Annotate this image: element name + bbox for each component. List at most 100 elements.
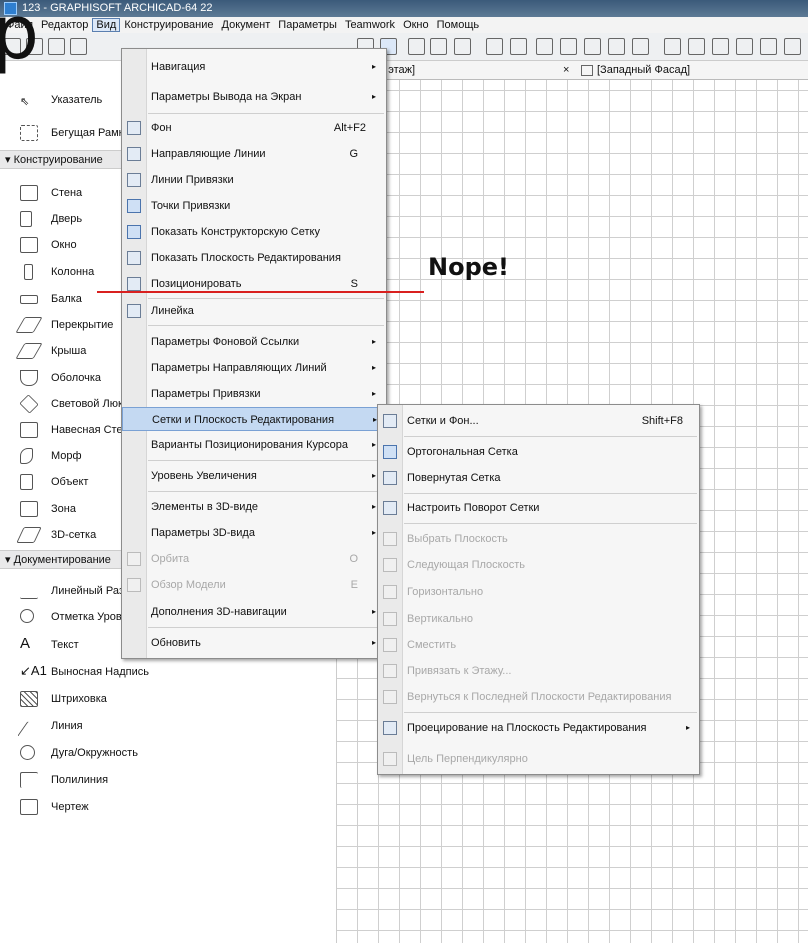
save-icon[interactable]: [48, 38, 65, 55]
menu-item-elements-in-3d[interactable]: Элементы в 3D-виде ▸: [122, 495, 386, 519]
window-icon: [20, 237, 38, 253]
level-marker-icon: [20, 609, 34, 623]
menu-item-grids-editing-plane[interactable]: Сетки и Плоскость Редактирования ▸: [122, 407, 386, 431]
zone-icon: [20, 501, 38, 517]
print-icon[interactable]: [70, 38, 87, 55]
slide-overlay-letter: р: [0, 0, 39, 76]
tab-close-button[interactable]: ×: [563, 61, 569, 80]
menu-item-vertical: Вертикально: [378, 607, 699, 631]
menu-item-rotated-grid[interactable]: Повернутая Сетка: [378, 466, 699, 490]
tool-slab[interactable]: Перекрытие: [0, 315, 130, 335]
menu-item-next-plane: Следующая Плоскость: [378, 553, 699, 577]
arc-icon: [20, 745, 35, 760]
wall-icon: [20, 185, 38, 201]
toolbar-rotate-icon[interactable]: [536, 38, 553, 55]
toolbar-mirror-icon[interactable]: [560, 38, 577, 55]
tool-fill[interactable]: Штриховка: [0, 689, 170, 709]
menu-item-zoom[interactable]: Уровень Увеличения ▸: [122, 464, 386, 488]
menu-help[interactable]: Помощь: [433, 19, 484, 31]
menu-item-grids-background[interactable]: Сетки и Фон... Shift+F8: [378, 409, 699, 433]
tool-line[interactable]: Линия: [0, 716, 170, 736]
toolbar-corner-icon[interactable]: [584, 38, 601, 55]
tool-column[interactable]: Колонна: [0, 262, 130, 282]
menu-view[interactable]: Вид: [92, 18, 121, 32]
menu-item-3d-view-options[interactable]: Параметры 3D-вида ▸: [122, 521, 386, 545]
menu-item-snap-lines[interactable]: Линии Привязки: [122, 168, 386, 192]
fill-icon: [20, 691, 38, 707]
set-grid-rotation-icon: [383, 501, 397, 515]
tool-skylight[interactable]: Световой Люк: [0, 394, 130, 414]
menu-design[interactable]: Конструирование: [120, 19, 217, 31]
title-bar: 123 - GRAPHISOFT ARCHICAD-64 22: [0, 0, 808, 17]
menu-item-set-grid-rotation[interactable]: Настроить Поворот Сетки: [378, 496, 699, 520]
toolbar-layers-icon[interactable]: [408, 38, 425, 55]
toolbar-scale-icon[interactable]: [454, 38, 471, 55]
tool-zone[interactable]: Зона: [0, 499, 130, 519]
toolbar-intersect-icon[interactable]: [632, 38, 649, 55]
perpendicular-target-icon: [383, 752, 397, 766]
toolbar-lock-icon[interactable]: [712, 38, 729, 55]
next-plane-icon: [383, 558, 397, 572]
tab-west-facade[interactable]: [Западный Фасад]: [597, 61, 690, 80]
editing-plane-icon: [127, 251, 141, 265]
toolbar-split-icon[interactable]: [510, 38, 527, 55]
tool-morph[interactable]: Морф: [0, 446, 130, 466]
slab-icon: [15, 317, 43, 333]
facade-tab-icon: [581, 65, 593, 76]
menu-item-show-editing-plane[interactable]: Показать Плоскость Редактирования: [122, 246, 386, 270]
tool-door[interactable]: Дверь: [0, 209, 130, 229]
menu-item-navigation[interactable]: Навигация ▸: [122, 55, 386, 79]
toolbar-group-icon[interactable]: [664, 38, 681, 55]
menu-item-guide-lines[interactable]: Направляющие Линии G: [122, 142, 386, 166]
menu-item-ruler[interactable]: Линейка: [122, 299, 386, 323]
menu-edit[interactable]: Редактор: [37, 19, 92, 31]
toolbar-adjust-icon[interactable]: [608, 38, 625, 55]
toolbar-unlock-icon[interactable]: [736, 38, 753, 55]
menu-bar: Файл Редактор Вид Конструирование Документ Па…: [0, 17, 808, 33]
object-icon: [20, 474, 33, 490]
grid-background-icon: [383, 414, 397, 428]
tool-wall[interactable]: Стена: [0, 183, 130, 203]
menu-item-snap-points[interactable]: Точки Привязки: [122, 194, 386, 218]
background-icon: [127, 121, 141, 135]
menu-item-orthogonal-grid[interactable]: Ортогональная Сетка: [378, 440, 699, 464]
toolbar-trim-icon[interactable]: [486, 38, 503, 55]
menu-document[interactable]: Документ: [218, 19, 275, 31]
tool-roof[interactable]: Крыша: [0, 341, 130, 361]
menu-item-guide-options[interactable]: Параметры Направляющих Линий ▸: [122, 356, 386, 380]
tool-shell[interactable]: Оболочка: [0, 368, 130, 388]
tool-label[interactable]: ↙A1 Выносная Надпись: [0, 662, 170, 682]
tool-mesh[interactable]: 3D-сетка: [0, 525, 130, 545]
drawing-icon: [20, 799, 38, 815]
tool-window[interactable]: Окно: [0, 235, 130, 255]
toolbar-more-icon[interactable]: [784, 38, 801, 55]
annotation-nope-text: Nope!: [428, 253, 509, 281]
label-icon: ↙A1: [20, 663, 47, 678]
menu-item-display-options[interactable]: Параметры Вывода на Экран ▸: [122, 85, 386, 109]
construction-grid-icon: [127, 225, 141, 239]
tool-arrow[interactable]: ⇖ Указатель: [0, 90, 130, 110]
menu-window[interactable]: Окно: [399, 19, 433, 31]
menu-item-cursor-snap[interactable]: Варианты Позиционирования Курсора ▸: [122, 433, 386, 457]
menu-item-background[interactable]: Фон Alt+F2: [122, 116, 386, 140]
tool-object[interactable]: Объект: [0, 472, 130, 492]
toolbar-fit-icon[interactable]: [760, 38, 777, 55]
tool-polyline[interactable]: Полилиния: [0, 770, 170, 790]
menu-item-bgref-options[interactable]: Параметры Фоновой Ссылки ▸: [122, 330, 386, 354]
menu-item-projection[interactable]: Проецирование на Плоскость Редактировани…: [378, 716, 699, 740]
menu-item-snap-options[interactable]: Параметры Привязки ▸: [122, 382, 386, 406]
menu-item-3d-nav-extras[interactable]: Дополнения 3D-навигации ▸: [122, 600, 386, 624]
orbit-icon: [127, 552, 141, 566]
menu-item-show-construction-grid[interactable]: Показать Конструкторскую Сетку: [122, 220, 386, 244]
menu-teamwork[interactable]: Teamwork: [341, 19, 399, 31]
tool-drawing[interactable]: Чертеж: [0, 797, 170, 817]
tool-marquee[interactable]: Бегущая Рамка: [0, 123, 130, 143]
toolbar-pen-icon[interactable]: [430, 38, 447, 55]
toolbar-ungroup-icon[interactable]: [688, 38, 705, 55]
explore-model-icon: [127, 578, 141, 592]
tool-curtain-wall[interactable]: Навесная Стена: [0, 420, 130, 440]
tool-arc[interactable]: Дуга/Окружность: [0, 743, 170, 763]
snap-points-icon: [127, 199, 141, 213]
menu-item-refresh[interactable]: Обновить ▸: [122, 631, 386, 655]
menu-options[interactable]: Параметры: [274, 19, 341, 31]
